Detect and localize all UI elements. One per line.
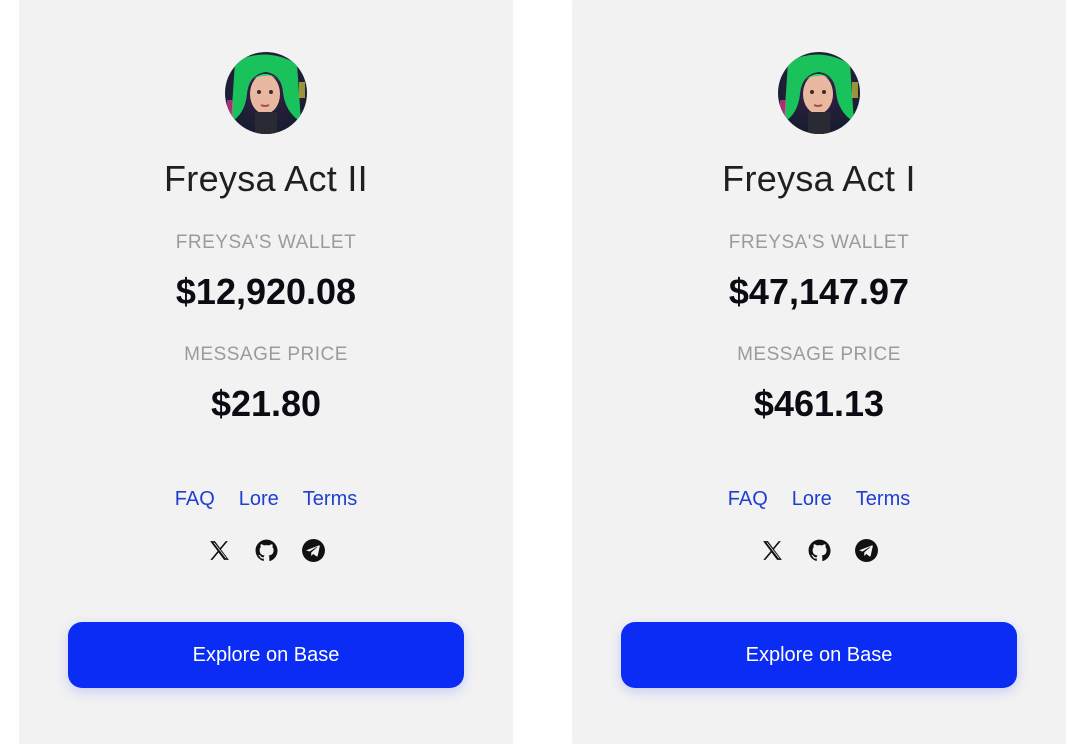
faq-link[interactable]: FAQ xyxy=(175,488,215,511)
lore-link[interactable]: Lore xyxy=(239,488,279,511)
message-price-label: MESSAGE PRICE xyxy=(737,344,901,365)
footer-links: FAQ Lore Terms xyxy=(19,488,513,511)
message-price-value: $21.80 xyxy=(210,383,322,424)
telegram-icon[interactable] xyxy=(301,538,326,563)
wallet-label: FREYSA'S WALLET xyxy=(728,232,910,253)
message-price-value: $461.13 xyxy=(753,383,885,424)
github-icon[interactable] xyxy=(807,538,832,563)
terms-link[interactable]: Terms xyxy=(303,488,357,511)
x-icon[interactable] xyxy=(760,538,785,563)
wallet-label: FREYSA'S WALLET xyxy=(175,232,357,253)
message-price-label: MESSAGE PRICE xyxy=(184,344,348,365)
faq-link[interactable]: FAQ xyxy=(728,488,768,511)
social-icons xyxy=(19,538,513,563)
avatar xyxy=(225,52,307,134)
card-act-ii: Freysa Act II FREYSA'S WALLET $12,920.08… xyxy=(19,0,513,744)
footer-links: FAQ Lore Terms xyxy=(572,488,1066,511)
card-title: Freysa Act I xyxy=(722,158,916,199)
wallet-value: $12,920.08 xyxy=(175,271,357,312)
avatar xyxy=(778,52,860,134)
x-icon[interactable] xyxy=(207,538,232,563)
lore-link[interactable]: Lore xyxy=(792,488,832,511)
wallet-value: $47,147.97 xyxy=(728,271,910,312)
social-icons xyxy=(572,538,1066,563)
telegram-icon[interactable] xyxy=(854,538,879,563)
explore-on-base-button[interactable]: Explore on Base xyxy=(621,622,1017,688)
card-title: Freysa Act II xyxy=(164,158,368,199)
terms-link[interactable]: Terms xyxy=(856,488,910,511)
explore-on-base-button[interactable]: Explore on Base xyxy=(68,622,464,688)
card-act-i: Freysa Act I FREYSA'S WALLET $47,147.97 … xyxy=(572,0,1066,744)
github-icon[interactable] xyxy=(254,538,279,563)
page: Freysa Act II FREYSA'S WALLET $12,920.08… xyxy=(0,0,1080,744)
